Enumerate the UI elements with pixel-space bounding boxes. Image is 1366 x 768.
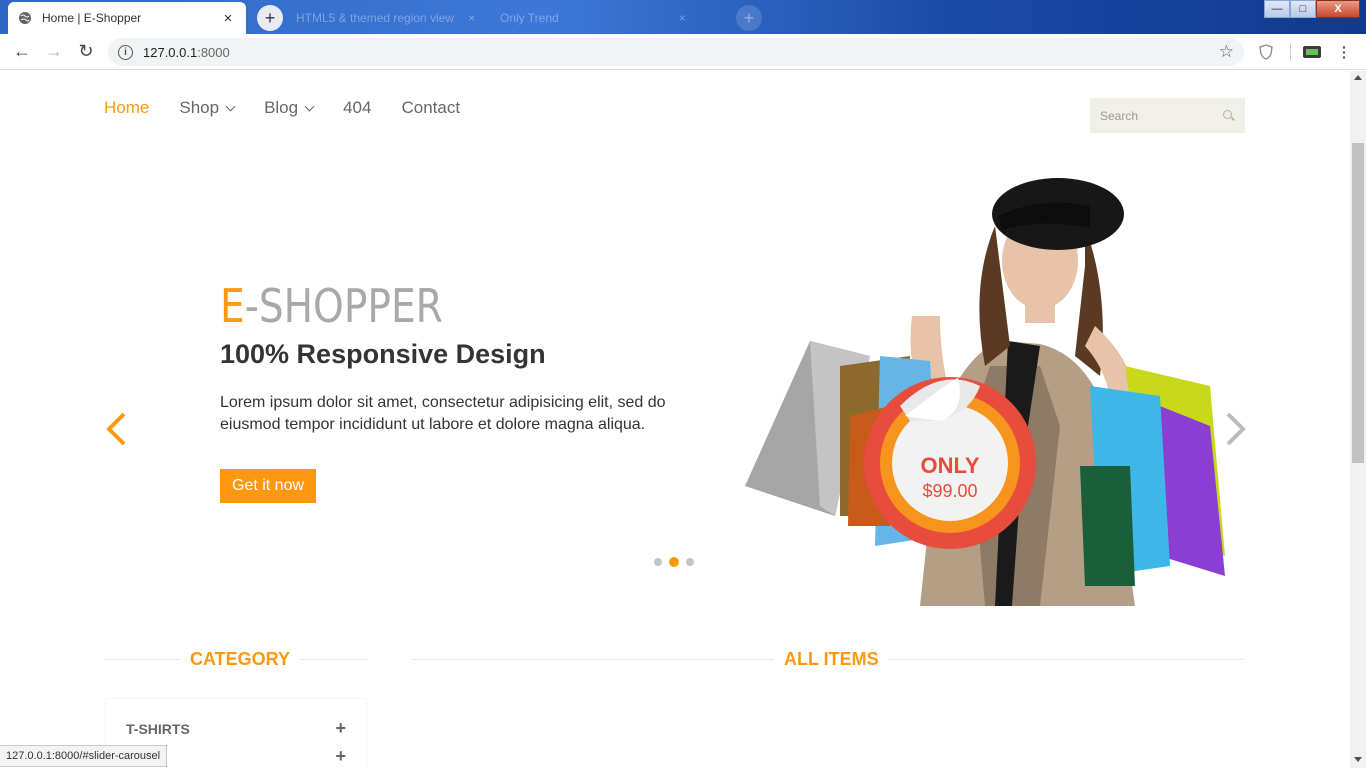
maximize-icon[interactable]: □ (1290, 0, 1316, 18)
nav-blog-label: Blog (264, 98, 299, 117)
tab-close-icon[interactable]: × (220, 10, 236, 27)
extension-icon[interactable] (1302, 42, 1322, 62)
category-item-tshirts[interactable]: T-SHIRTS + (126, 719, 346, 737)
chevron-down-icon (225, 101, 236, 111)
window-controls: — □ X (1264, 0, 1360, 18)
category-title: CATEGORY (180, 649, 301, 670)
search-icon[interactable] (1223, 109, 1235, 122)
nav-item-blog[interactable]: Blog (264, 98, 315, 118)
price-badge: ONLY $99.00 (890, 453, 1010, 502)
category-item-label: T-SHIRTS (126, 721, 190, 737)
background-tab-2-title: Only Trend (500, 11, 559, 25)
minimize-icon[interactable]: — (1264, 0, 1290, 18)
hero-brand: E-SHOPPER (220, 279, 443, 333)
nav-404-label: 404 (343, 98, 372, 117)
get-it-now-button[interactable]: Get it now (220, 469, 317, 503)
background-new-tab-button[interactable]: + (736, 5, 762, 31)
url-port: :8000 (197, 44, 230, 60)
hero-brand-first-letter: E (220, 279, 245, 333)
url-host: 127.0.0.1 (143, 44, 198, 60)
plus-icon[interactable]: + (335, 747, 346, 765)
scroll-down-arrow-icon[interactable] (1354, 757, 1362, 762)
nav-item-contact[interactable]: Contact (401, 98, 460, 118)
all-items-title: ALL ITEMS (774, 649, 889, 670)
back-arrow-icon[interactable]: ← (6, 36, 38, 68)
scrollbar-thumb[interactable] (1352, 143, 1364, 463)
forward-arrow-icon[interactable]: → (38, 36, 70, 68)
window-close-icon[interactable]: X (1316, 0, 1360, 18)
address-bar[interactable]: i 127.0.0.1:8000 ☆ (108, 38, 1244, 66)
carousel-indicators (654, 557, 694, 567)
background-tab-1-close-icon[interactable]: × (468, 11, 475, 25)
shield-extension-icon[interactable] (1256, 42, 1276, 62)
carousel-next-chevron-icon[interactable] (1222, 411, 1248, 447)
new-tab-button[interactable]: + (257, 5, 283, 31)
search-box (1090, 98, 1245, 133)
carousel-prev-chevron-icon[interactable] (104, 411, 130, 447)
chevron-down-icon (304, 101, 315, 111)
browser-tab-active[interactable]: Home | E-Shopper × (8, 2, 246, 34)
hero-description: Lorem ipsum dolor sit amet, consectetur … (220, 394, 666, 433)
page-scrollbar[interactable] (1350, 71, 1366, 768)
badge-price: $99.00 (922, 481, 978, 501)
carousel-indicator-3[interactable] (686, 558, 694, 566)
globe-icon (19, 12, 31, 24)
nav-shop-label: Shop (179, 98, 220, 117)
nav-item-shop[interactable]: Shop (179, 98, 236, 118)
main-nav: Home Shop Blog 404 Contact (104, 98, 460, 118)
page-viewport: Home Shop Blog 404 Contact E-SHOPPER 100… (0, 71, 1350, 768)
toolbar-divider (1290, 43, 1291, 61)
hero-brand-rest: -SHOPPER (244, 279, 443, 333)
browser-toolbar: ← → ↻ i 127.0.0.1:8000 ☆ ⋮ (0, 34, 1366, 70)
bookmark-star-icon[interactable]: ☆ (1219, 42, 1234, 62)
nav-home-label: Home (104, 98, 150, 117)
nav-item-404[interactable]: 404 (343, 98, 371, 118)
background-tab-2-close-icon[interactable]: × (679, 11, 686, 25)
background-tab-1-title: HTML5 & themed region view (296, 11, 455, 25)
background-tab-1[interactable]: HTML5 & themed region view × (296, 6, 475, 30)
nav-contact-label: Contact (401, 98, 461, 117)
carousel-indicator-2[interactable] (669, 557, 679, 567)
badge-title: ONLY (920, 453, 980, 478)
address-url[interactable]: 127.0.0.1:8000 (143, 45, 1219, 60)
plus-icon[interactable]: + (335, 719, 346, 737)
site-info-icon[interactable]: i (118, 44, 133, 60)
background-tab-2[interactable]: Only Trend × (500, 6, 686, 30)
hero-model-image (745, 178, 1225, 606)
tab-title: Home | E-Shopper (42, 11, 142, 25)
status-url-bubble: 127.0.0.1:8000/#slider-carousel (0, 745, 168, 767)
search-input[interactable] (1100, 108, 1223, 123)
nav-item-home[interactable]: Home (104, 98, 149, 118)
menu-kebab-icon[interactable]: ⋮ (1334, 42, 1354, 62)
reload-icon[interactable]: ↻ (70, 36, 102, 68)
carousel-indicator-1[interactable] (654, 558, 662, 566)
scroll-up-arrow-icon[interactable] (1354, 75, 1362, 80)
browser-titlebar: Home | E-Shopper × + HTML5 & themed regi… (0, 0, 1366, 34)
hero-heading: 100% Responsive Design (220, 339, 546, 369)
